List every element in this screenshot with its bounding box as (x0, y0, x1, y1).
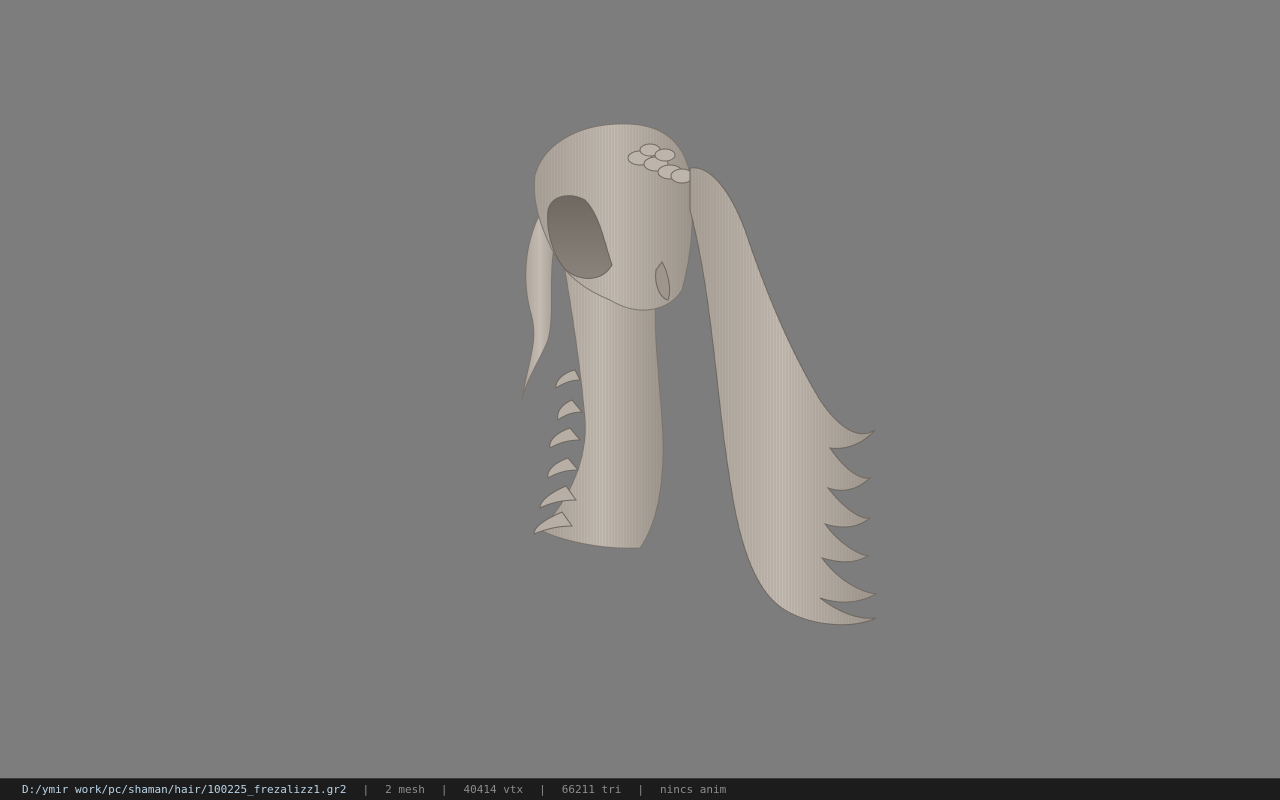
status-separator: | (637, 783, 644, 796)
3d-viewport[interactable] (0, 0, 1280, 778)
status-separator: | (362, 783, 370, 796)
file-path: D:/ymir work/pc/shaman/hair/100225_freza… (22, 783, 347, 796)
animation-status: nincs anim (659, 783, 727, 796)
hair-model[interactable] (0, 0, 1280, 778)
status-separator: | (440, 783, 448, 796)
status-bar: D:/ymir work/pc/shaman/hair/100225_freza… (0, 778, 1280, 800)
vertex-count: 40414 vtx (463, 783, 524, 796)
status-separator: | (539, 783, 546, 796)
triangle-count: 66211 tri (561, 783, 622, 796)
mesh-count: 2 mesh (385, 783, 425, 796)
